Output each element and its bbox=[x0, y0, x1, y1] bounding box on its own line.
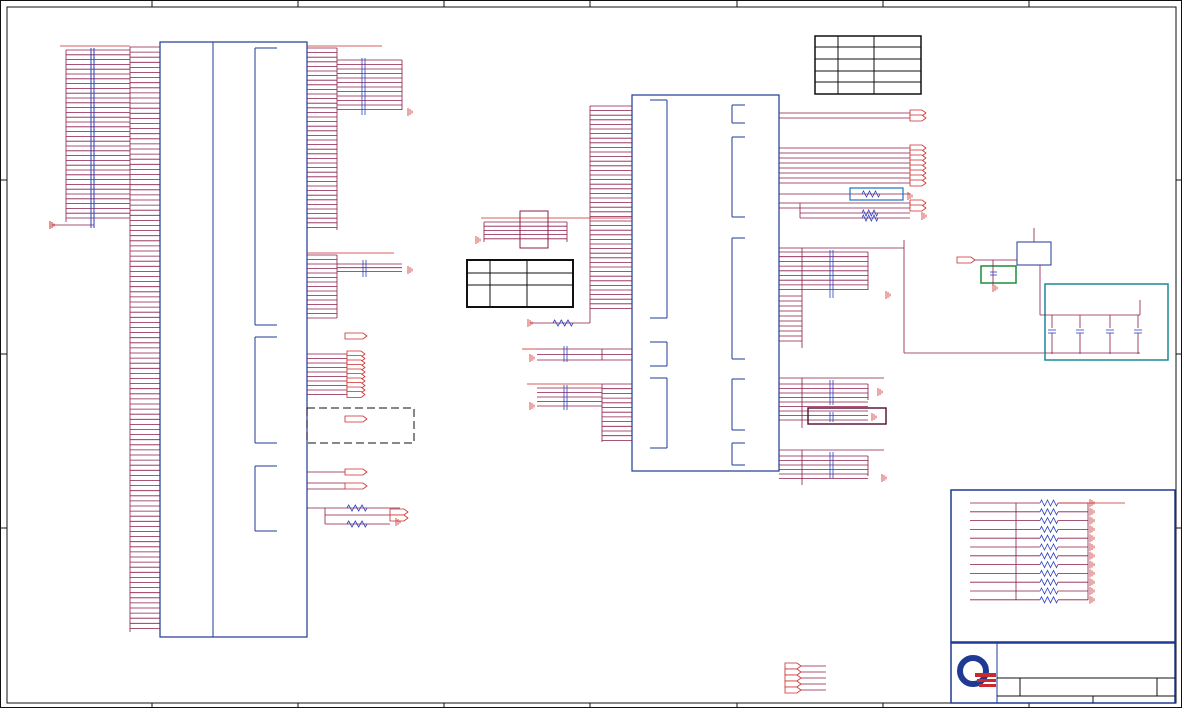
sheet-frame bbox=[0, 0, 1182, 708]
highlight-green-box bbox=[980, 265, 1017, 284]
resistor-icon bbox=[1039, 507, 1059, 516]
off-page-connector-icon bbox=[784, 680, 802, 688]
dashed-option-box bbox=[306, 407, 415, 444]
off-page-connector-icon bbox=[344, 415, 368, 423]
decoupling-cap-box bbox=[1044, 283, 1169, 361]
resistor-icon bbox=[1039, 595, 1059, 604]
off-page-connector-icon bbox=[784, 662, 802, 670]
quanta-logo bbox=[953, 645, 997, 703]
resistor-icon bbox=[861, 209, 879, 217]
off-page-connector-icon bbox=[909, 179, 927, 187]
mid-table bbox=[466, 259, 574, 308]
resistor-icon bbox=[1039, 569, 1059, 578]
off-page-connector-icon bbox=[344, 482, 368, 490]
resistor-icon bbox=[861, 190, 881, 198]
bottom-connectors bbox=[784, 662, 826, 694]
connector-body bbox=[159, 41, 308, 638]
resistor-icon bbox=[1039, 560, 1059, 569]
pullup-resistor-block bbox=[950, 489, 1176, 643]
resistor-icon bbox=[346, 520, 368, 528]
schematic-canvas bbox=[0, 0, 1182, 708]
resistor-icon bbox=[552, 319, 574, 327]
resistor-icon bbox=[1039, 551, 1059, 560]
resistor-icon bbox=[1039, 587, 1059, 595]
off-page-connector-icon bbox=[344, 468, 368, 476]
resistor-icon bbox=[1039, 516, 1059, 525]
mosfet-icon bbox=[1016, 241, 1052, 266]
off-page-connector-icon bbox=[909, 114, 927, 122]
resistor-icon bbox=[1039, 534, 1059, 543]
off-page-connector-icon bbox=[389, 514, 409, 522]
resistor-icon bbox=[1039, 499, 1059, 507]
resistor-icon bbox=[1039, 543, 1059, 551]
off-page-connector-icon bbox=[784, 668, 802, 676]
ic-body bbox=[631, 94, 780, 472]
resistor-icon bbox=[1039, 578, 1059, 587]
left-connector-block bbox=[49, 41, 415, 638]
off-page-connector-icon bbox=[784, 674, 802, 682]
off-page-connector-icon bbox=[956, 256, 976, 264]
power-switch-section bbox=[956, 228, 1169, 361]
off-page-connector-icon bbox=[344, 332, 368, 340]
resistor-icon bbox=[1039, 525, 1059, 534]
off-page-connector-icon bbox=[909, 204, 927, 212]
off-page-connector-icon bbox=[389, 508, 409, 516]
config-table bbox=[814, 35, 922, 95]
off-page-connector-icon bbox=[346, 391, 366, 398]
resistor-icon bbox=[861, 214, 879, 222]
off-page-connector-icon bbox=[784, 686, 802, 694]
main-ic-block bbox=[522, 94, 1045, 485]
resistor-icon bbox=[346, 504, 368, 512]
